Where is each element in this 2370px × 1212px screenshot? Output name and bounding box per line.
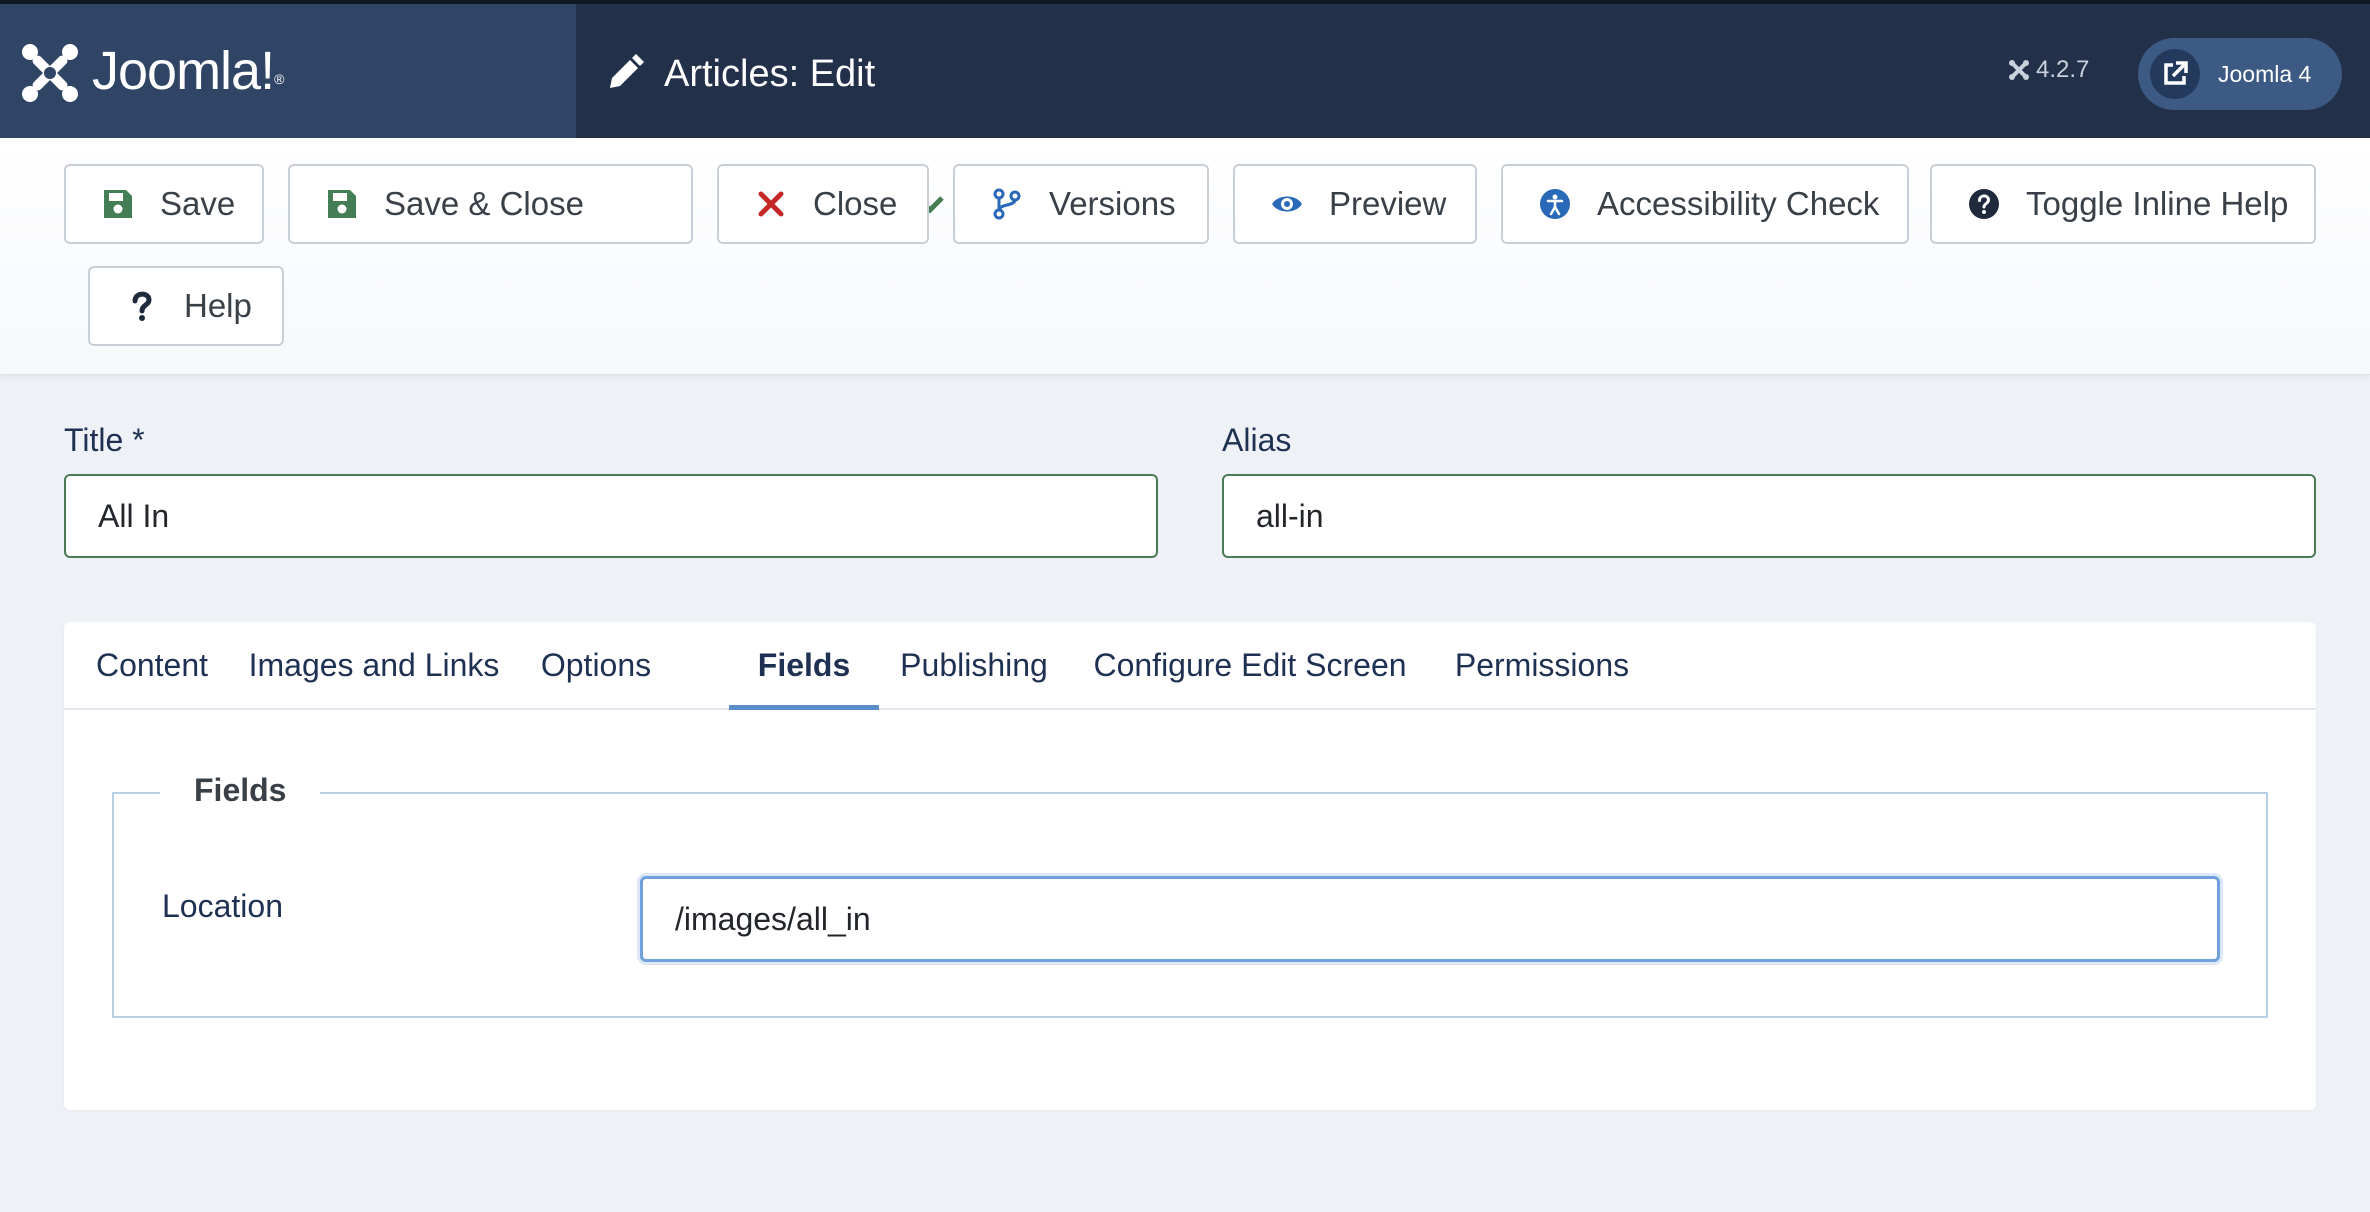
- help-button[interactable]: Help: [88, 266, 284, 346]
- fields-fieldset: Fields Location /images/all_in: [112, 772, 2268, 1018]
- tab-content[interactable]: Content: [64, 622, 240, 708]
- toolbar: Save Save & Close Close Versions Preview…: [0, 138, 2370, 375]
- tab-fields[interactable]: Fields: [729, 622, 879, 710]
- question-circle-icon: [1969, 189, 1999, 219]
- location-label: Location: [162, 888, 283, 924]
- title-label: Title *: [64, 422, 145, 458]
- tab-options[interactable]: Options: [508, 622, 684, 708]
- tab-permissions[interactable]: Permissions: [1431, 622, 1653, 708]
- preview-button[interactable]: Preview: [1233, 164, 1477, 244]
- save-icon: [328, 190, 356, 218]
- code-branch-icon: [993, 188, 1021, 220]
- save-button[interactable]: Save: [64, 164, 264, 244]
- logo-text: Joomla!®: [92, 41, 284, 101]
- fieldset-legend: Fields: [160, 772, 321, 809]
- save-label: Save: [160, 185, 236, 222]
- eye-icon: [1272, 196, 1302, 212]
- alias-label: Alias: [1222, 422, 1292, 458]
- tab-images-links[interactable]: Images and Links: [240, 622, 508, 708]
- toggle-inline-help-button[interactable]: Toggle Inline Help: [1930, 164, 2316, 244]
- logo[interactable]: Joomla!®: [0, 4, 576, 138]
- help-label: Help: [184, 287, 252, 324]
- version-number: 4.2.7: [2036, 56, 2090, 83]
- title-input[interactable]: All In: [64, 474, 1158, 558]
- tab-publishing[interactable]: Publishing: [879, 622, 1069, 708]
- page-title-wrap: Articles: Edit: [604, 46, 875, 102]
- close-label: Close: [813, 185, 898, 222]
- save-close-label: Save & Close: [384, 185, 584, 222]
- joomla-small-icon: [2009, 60, 2029, 80]
- external-link-icon: [2150, 49, 2200, 99]
- top-header: Joomla!® Articles: Edit 4.2.7 Joomla 4: [0, 0, 2370, 138]
- pencil-icon: [610, 54, 644, 88]
- joomla-logo-icon: [22, 44, 78, 102]
- versions-button[interactable]: Versions: [953, 164, 1209, 244]
- close-icon: [758, 191, 784, 217]
- preview-label: Preview: [1329, 185, 1447, 222]
- inline-help-label: Toggle Inline Help: [2026, 185, 2289, 222]
- site-link-label: Joomla 4: [2218, 60, 2312, 87]
- view-site-button[interactable]: Joomla 4: [2138, 38, 2342, 110]
- save-icon: [104, 190, 132, 218]
- version-info: 4.2.7: [2008, 56, 2089, 84]
- save-close-button[interactable]: Save & Close: [288, 164, 944, 244]
- tab-bar: Content Images and Links Options Fields …: [64, 622, 2316, 710]
- accessibility-check-button[interactable]: Accessibility Check: [1501, 164, 1909, 244]
- versions-label: Versions: [1049, 185, 1176, 222]
- accessibility-label: Accessibility Check: [1597, 185, 1880, 222]
- question-icon: [132, 291, 152, 321]
- tab-configure-edit-screen[interactable]: Configure Edit Screen: [1069, 622, 1431, 708]
- close-button[interactable]: Close: [717, 164, 929, 244]
- location-input[interactable]: /images/all_in: [640, 876, 2220, 962]
- page-title: Articles: Edit: [664, 52, 876, 95]
- alias-input[interactable]: all-in: [1222, 474, 2316, 558]
- edit-tabs-card: Content Images and Links Options Fields …: [64, 622, 2316, 1110]
- accessibility-icon: [1540, 189, 1570, 219]
